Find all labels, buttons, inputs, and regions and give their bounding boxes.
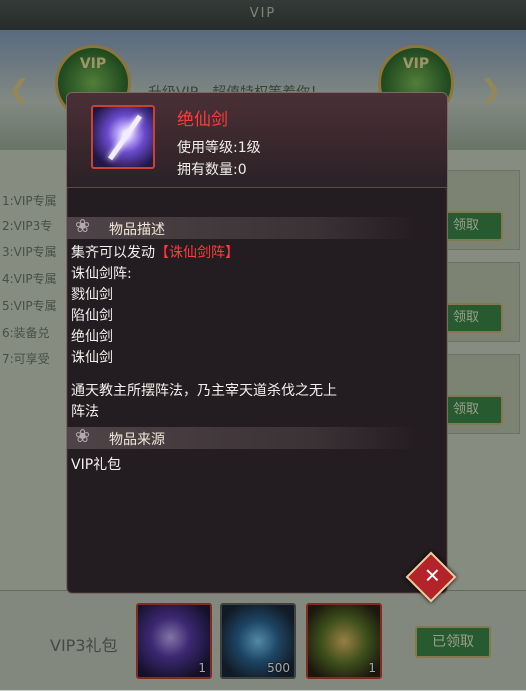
section-source: ❀ 物品来源	[67, 426, 419, 449]
item-source: VIP礼包	[71, 457, 122, 473]
desc-line: 诛仙剑阵:	[71, 266, 132, 282]
section-title: 物品描述	[109, 222, 165, 238]
desc-line: 诛仙剑	[71, 350, 113, 366]
flower-icon: ❀	[75, 426, 91, 447]
desc-line: 陷仙剑	[71, 308, 113, 324]
flower-icon: ❀	[75, 216, 91, 237]
desc-paragraph: 阵法	[71, 404, 99, 420]
desc-line: 绝仙剑	[71, 329, 113, 345]
desc-line: 戮仙剑	[71, 287, 113, 303]
sword-icon	[91, 105, 155, 169]
item-tooltip: 绝仙剑 使用等级:1级 拥有数量:0 ❀ 物品描述 集齐可以发动【诛仙剑阵】 诛…	[66, 92, 457, 603]
desc-paragraph: 通天教主所摆阵法，乃主宰天道杀伐之无上	[71, 383, 337, 399]
item-name: 绝仙剑	[177, 110, 228, 130]
item-header: 绝仙剑 使用等级:1级 拥有数量:0	[67, 93, 447, 188]
item-use-level: 使用等级:1级	[177, 140, 261, 156]
section-title: 物品来源	[109, 432, 165, 448]
item-description: 集齐可以发动【诛仙剑阵】	[71, 245, 239, 261]
item-owned-count: 拥有数量:0	[177, 162, 247, 178]
section-description: ❀ 物品描述	[67, 216, 419, 239]
